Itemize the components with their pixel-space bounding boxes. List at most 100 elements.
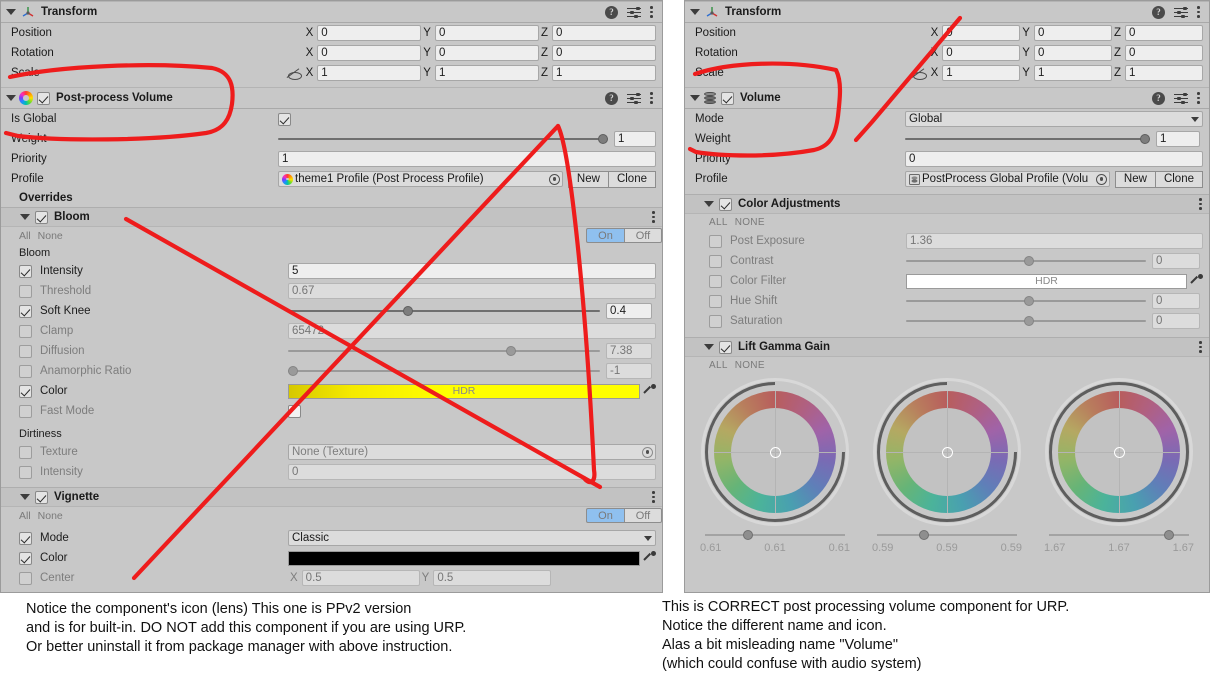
lift-gamma-gain-foldout-icon[interactable]: [703, 341, 715, 353]
bloom-fastmode-override-checkbox[interactable]: [19, 404, 32, 418]
vignette-off-button[interactable]: Off: [624, 508, 662, 523]
color-adjustments-all-button[interactable]: ALL: [709, 217, 728, 228]
color-filter-swatch[interactable]: HDR: [906, 273, 1187, 289]
gain-wheel-slider[interactable]: [1049, 529, 1189, 541]
transform-component-header[interactable]: Transform ?: [1, 1, 662, 23]
bloom-diffusion-slider[interactable]: [288, 344, 600, 358]
scale-z-field[interactable]: 1: [552, 65, 656, 81]
contrast-override-checkbox[interactable]: [709, 254, 722, 268]
wheel-handle[interactable]: [1113, 446, 1125, 458]
hue-shift-slider[interactable]: [906, 294, 1146, 308]
gain-slider-knob[interactable]: [1163, 530, 1174, 540]
lift-slider-knob[interactable]: [742, 530, 753, 540]
color-adjustments-header[interactable]: Color Adjustments: [685, 194, 1209, 214]
bloom-intensity-field[interactable]: 5: [288, 263, 656, 279]
help-icon[interactable]: ?: [605, 5, 618, 19]
more-menu-icon[interactable]: [1197, 91, 1201, 105]
bloom-softknee-slider[interactable]: [288, 304, 600, 318]
scale-z-field[interactable]: 1: [1125, 65, 1203, 81]
bloom-color-swatch[interactable]: HDR: [288, 383, 640, 399]
vignette-foldout-icon[interactable]: [19, 491, 31, 503]
bloom-more-menu-icon[interactable]: [652, 210, 656, 224]
bloom-effect-header[interactable]: Bloom: [1, 207, 662, 227]
bloom-threshold-field[interactable]: 0.67: [288, 283, 656, 299]
volume-priority-field[interactable]: 0: [905, 151, 1203, 167]
volume-weight-value-field[interactable]: 1: [1156, 131, 1200, 147]
preset-icon[interactable]: [627, 6, 641, 19]
vignette-none-button[interactable]: None: [38, 510, 63, 522]
lift-gamma-gain-enable-checkbox[interactable]: [719, 340, 732, 354]
gamma-slider-knob[interactable]: [919, 530, 929, 540]
saturation-override-checkbox[interactable]: [709, 314, 722, 328]
bloom-intensity-override-checkbox[interactable]: [19, 264, 32, 278]
bloom-diffusion-override-checkbox[interactable]: [19, 344, 32, 358]
wheel-handle[interactable]: [941, 446, 953, 458]
bloom-diffusion-field[interactable]: 7.38: [606, 343, 652, 359]
is-global-checkbox[interactable]: [278, 112, 291, 126]
object-picker-icon[interactable]: [642, 446, 653, 458]
bloom-anamorphic-field[interactable]: -1: [606, 363, 652, 379]
vignette-color-swatch[interactable]: [288, 550, 640, 566]
weight-value-field[interactable]: 1: [614, 131, 656, 147]
more-menu-icon[interactable]: [650, 5, 654, 19]
eyedropper-icon[interactable]: [643, 384, 656, 398]
rotation-z-field[interactable]: 0: [552, 45, 656, 61]
object-picker-icon[interactable]: [548, 173, 560, 185]
vignette-effect-header[interactable]: Vignette: [1, 487, 662, 507]
color-adjustments-enable-checkbox[interactable]: [719, 197, 732, 211]
bloom-diffusion-slider-knob[interactable]: [506, 346, 517, 356]
bloom-softknee-override-checkbox[interactable]: [19, 304, 32, 318]
object-picker-icon[interactable]: [1095, 173, 1107, 185]
bloom-color-override-checkbox[interactable]: [19, 384, 32, 398]
vignette-enable-checkbox[interactable]: [35, 490, 48, 504]
gain-color-wheel[interactable]: [1045, 378, 1193, 526]
bloom-none-button[interactable]: None: [38, 230, 63, 242]
bloom-anamorphic-slider-knob[interactable]: [288, 366, 298, 376]
help-icon[interactable]: ?: [1152, 91, 1165, 105]
contrast-slider[interactable]: [906, 254, 1146, 268]
dirt-intensity-field[interactable]: 0: [288, 464, 656, 480]
lift-wheel-slider[interactable]: [705, 529, 845, 541]
dirt-intensity-override-checkbox[interactable]: [19, 465, 32, 479]
vignette-more-menu-icon[interactable]: [652, 490, 656, 504]
more-menu-icon[interactable]: [650, 91, 654, 105]
bloom-on-button[interactable]: On: [586, 228, 624, 243]
post-process-volume-foldout-icon[interactable]: [5, 92, 17, 104]
position-z-field[interactable]: 0: [552, 25, 656, 41]
post-process-volume-component-header[interactable]: Post-process Volume ?: [1, 87, 662, 109]
contrast-field[interactable]: 0: [1152, 253, 1200, 269]
bloom-off-button[interactable]: Off: [624, 228, 662, 243]
position-x-field[interactable]: 0: [942, 25, 1021, 41]
constrain-proportions-off-icon[interactable]: [287, 67, 302, 80]
saturation-slider[interactable]: [906, 314, 1146, 328]
hue-shift-field[interactable]: 0: [1152, 293, 1200, 309]
rotation-x-field[interactable]: 0: [317, 45, 422, 61]
lift-gamma-gain-all-button[interactable]: ALL: [709, 360, 728, 371]
transform-component-header[interactable]: Transform ?: [685, 1, 1209, 23]
rotation-y-field[interactable]: 0: [434, 45, 539, 61]
volume-profile-object-field[interactable]: PostProcess Global Profile (Volu: [905, 171, 1110, 187]
dirt-texture-override-checkbox[interactable]: [19, 445, 32, 459]
weight-slider-knob[interactable]: [598, 134, 608, 144]
preset-icon[interactable]: [1174, 92, 1188, 105]
scale-x-field[interactable]: 1: [942, 65, 1021, 81]
profile-object-field[interactable]: theme1 Profile (Post Process Profile): [278, 171, 563, 187]
more-menu-icon[interactable]: [1197, 5, 1201, 19]
contrast-slider-knob[interactable]: [1023, 256, 1034, 266]
dirt-texture-object-field[interactable]: None (Texture): [288, 444, 656, 460]
eyedropper-icon[interactable]: [643, 551, 656, 565]
bloom-softknee-field[interactable]: 0.4: [606, 303, 652, 319]
bloom-clamp-override-checkbox[interactable]: [19, 324, 32, 338]
vignette-onoff-toggle[interactable]: On Off: [586, 508, 662, 523]
vignette-mode-dropdown[interactable]: Classic: [288, 530, 656, 546]
vignette-mode-override-checkbox[interactable]: [19, 531, 32, 545]
post-exposure-field[interactable]: 1.36: [906, 233, 1203, 249]
gamma-color-wheel[interactable]: [873, 378, 1021, 526]
bloom-foldout-icon[interactable]: [19, 211, 31, 223]
volume-component-header[interactable]: Volume ?: [685, 87, 1209, 109]
vignette-on-button[interactable]: On: [586, 508, 624, 523]
bloom-all-button[interactable]: All: [19, 230, 31, 242]
volume-foldout-icon[interactable]: [689, 92, 701, 104]
vignette-center-y-field[interactable]: 0.5: [433, 570, 552, 586]
rotation-y-field[interactable]: 0: [1033, 45, 1112, 61]
